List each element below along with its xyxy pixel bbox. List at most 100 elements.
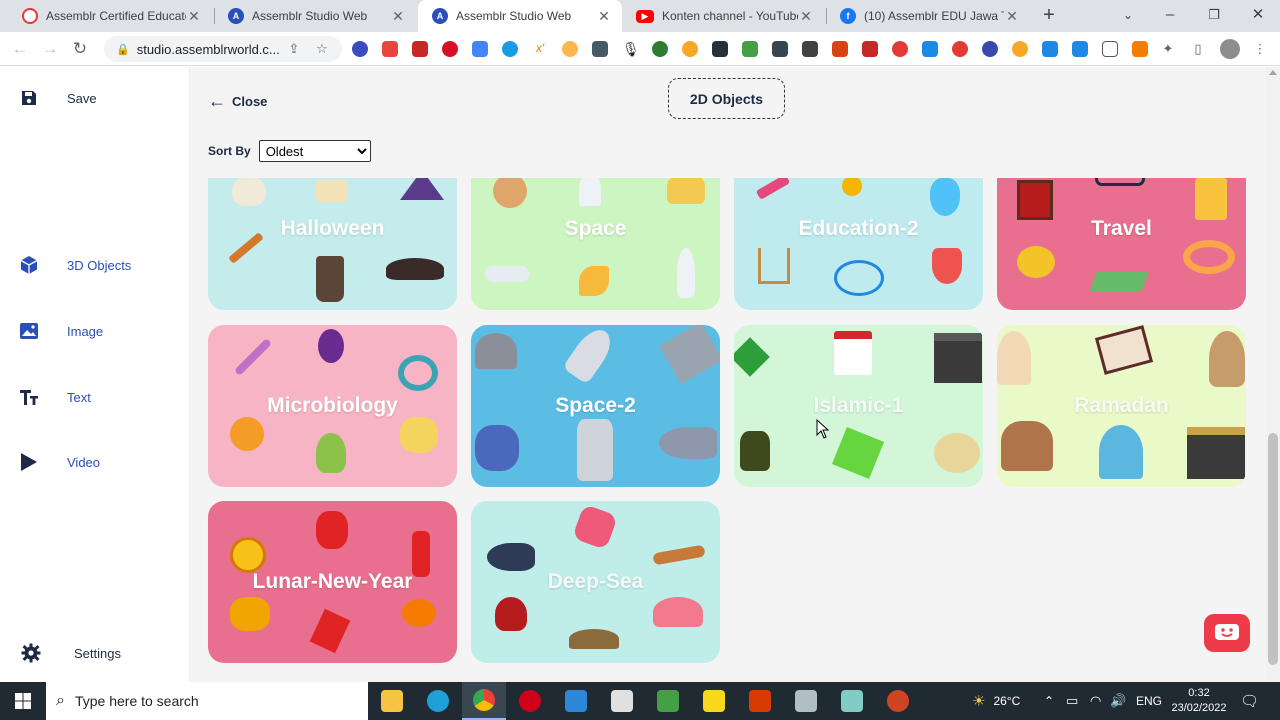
close-tab-icon[interactable]: ✕: [798, 8, 814, 25]
start-button[interactable]: [0, 682, 46, 720]
close-tab-icon[interactable]: ✕: [596, 8, 612, 25]
sidebar-item-image[interactable]: Image: [18, 320, 103, 342]
taskbar-chrome[interactable]: [462, 682, 506, 720]
forward-icon[interactable]: →: [38, 37, 62, 61]
back-icon[interactable]: ←: [8, 37, 32, 61]
extension-icon[interactable]: [682, 41, 698, 57]
bookmark-star-icon[interactable]: ☆: [314, 41, 330, 57]
browser-tab[interactable]: A Assemblr Studio Web ✕: [214, 0, 416, 32]
extension-icon[interactable]: [892, 41, 908, 57]
share-icon[interactable]: ⇪: [286, 41, 302, 57]
asset-card-deep-sea[interactable]: Deep-Sea: [471, 501, 720, 663]
category-pill[interactable]: 2D Objects: [668, 78, 785, 119]
scroll-thumb[interactable]: [1268, 433, 1278, 665]
profile-avatar[interactable]: [1220, 39, 1240, 59]
menu-kebab-icon[interactable]: ⋮: [1252, 41, 1268, 57]
taskbar-search-box[interactable]: ⌕ Type here to search: [46, 682, 368, 720]
asset-card-lunar-new-year[interactable]: Lunar-New-Year: [208, 501, 457, 663]
taskbar-store[interactable]: [554, 682, 598, 720]
volume-icon[interactable]: 🔊: [1110, 682, 1126, 720]
language-indicator[interactable]: ENG: [1136, 682, 1162, 720]
extension-icon[interactable]: [772, 41, 788, 57]
taskbar-sticky-notes[interactable]: [692, 682, 736, 720]
asset-card-islamic-1[interactable]: Islamic-1: [734, 325, 983, 487]
extension-icon[interactable]: x': [532, 41, 548, 57]
side-panel-icon[interactable]: ▯: [1190, 41, 1206, 57]
extension-icon[interactable]: [562, 41, 578, 57]
metamask-icon[interactable]: [1132, 41, 1148, 57]
minimize-button[interactable]: –: [1148, 0, 1192, 32]
asset-card-space-2[interactable]: Space-2: [471, 325, 720, 487]
taskbar-app[interactable]: [784, 682, 828, 720]
evernote-icon[interactable]: [652, 41, 668, 57]
extension-icon[interactable]: [832, 41, 848, 57]
asset-card-ramadan[interactable]: Ramadan: [997, 325, 1246, 487]
reload-icon[interactable]: ↻: [68, 37, 92, 61]
weather-widget[interactable]: ☀ 26°C: [972, 682, 1020, 720]
close-button[interactable]: ← Close: [208, 91, 267, 112]
taskbar-file-explorer[interactable]: [370, 682, 414, 720]
asset-card-halloween[interactable]: Halloween: [208, 178, 457, 310]
extension-icon[interactable]: [712, 41, 728, 57]
taskbar-media[interactable]: [600, 682, 644, 720]
asset-card-travel[interactable]: Travel: [997, 178, 1246, 310]
close-tab-icon[interactable]: ✕: [1004, 8, 1020, 25]
tab-search-icon[interactable]: ⌄: [1106, 0, 1150, 32]
extension-icon[interactable]: [1042, 41, 1058, 57]
extension-icon[interactable]: [382, 41, 398, 57]
wifi-icon[interactable]: ◠: [1090, 682, 1101, 720]
extension-icon[interactable]: [862, 41, 878, 57]
extension-icon[interactable]: [982, 41, 998, 57]
new-tab-button[interactable]: +: [1038, 4, 1060, 26]
sidebar-item-settings[interactable]: Settings: [20, 642, 121, 664]
notifications-icon[interactable]: 🗨: [1240, 682, 1259, 720]
taskbar-edge[interactable]: [416, 682, 460, 720]
extension-icon[interactable]: [802, 41, 818, 57]
restore-button[interactable]: ❐: [1192, 0, 1236, 32]
extension-icon[interactable]: [742, 41, 758, 57]
browser-tab-active[interactable]: A Assemblr Studio Web ✕: [418, 0, 622, 32]
taskbar-office[interactable]: [738, 682, 782, 720]
sort-select[interactable]: Oldest: [258, 140, 371, 162]
browser-toolbar: ← → ↻ 🔒 studio.assemblrworld.c... ⇪ ☆ x'…: [0, 32, 1280, 66]
assemblr-edu-icon: [22, 8, 38, 24]
scroll-up-icon[interactable]: [1269, 70, 1277, 75]
extension-icon[interactable]: [592, 41, 608, 57]
taskbar-opera[interactable]: [508, 682, 552, 720]
extension-icon[interactable]: [952, 41, 968, 57]
taskbar-powerpoint[interactable]: [876, 682, 920, 720]
sidebar-item-video[interactable]: Video: [18, 451, 100, 473]
battery-icon[interactable]: ▭: [1066, 682, 1078, 720]
asset-card-education-2[interactable]: Education-2: [734, 178, 983, 310]
taskbar-app[interactable]: [646, 682, 690, 720]
show-hidden-icons[interactable]: ⌃: [1044, 682, 1054, 720]
address-bar[interactable]: 🔒 studio.assemblrworld.c...: [104, 36, 342, 62]
close-tab-icon[interactable]: ✕: [186, 8, 202, 25]
extension-icon[interactable]: [922, 41, 938, 57]
extension-icon[interactable]: [412, 41, 428, 57]
comet-icon: [579, 266, 609, 296]
sidebar-item-text[interactable]: Text: [18, 386, 91, 408]
extension-icon[interactable]: [502, 41, 518, 57]
extensions-puzzle-icon[interactable]: ✦: [1160, 41, 1176, 57]
extension-icon[interactable]: [1102, 41, 1118, 57]
system-clock[interactable]: 0:32 23/02/2022: [1168, 686, 1230, 716]
browser-tab[interactable]: f (10) Assemblr EDU Jawa Teng ✕: [826, 0, 1030, 32]
microphone-icon[interactable]: 🎙: [622, 41, 640, 57]
sidebar-item-save[interactable]: Save: [18, 87, 97, 109]
extension-icon[interactable]: [352, 41, 368, 57]
sidebar-item-3d-objects[interactable]: 3D Objects: [18, 254, 131, 276]
browser-tab[interactable]: Assemblr Certified Educator | ✕: [8, 0, 212, 32]
asset-card-microbiology[interactable]: Microbiology: [208, 325, 457, 487]
close-tab-icon[interactable]: ✕: [390, 8, 406, 25]
page-scrollbar[interactable]: [1266, 67, 1280, 682]
translate-icon[interactable]: [472, 41, 488, 57]
pinterest-icon[interactable]: [442, 41, 458, 57]
close-window-button[interactable]: ✕: [1236, 0, 1280, 32]
extension-icon[interactable]: [1012, 41, 1028, 57]
asset-card-space[interactable]: Space: [471, 178, 720, 310]
chat-widget-button[interactable]: [1204, 614, 1250, 652]
browser-tab[interactable]: ▶ Konten channel - YouTube St ✕: [622, 0, 824, 32]
taskbar-app[interactable]: [830, 682, 874, 720]
extension-icon[interactable]: [1072, 41, 1088, 57]
